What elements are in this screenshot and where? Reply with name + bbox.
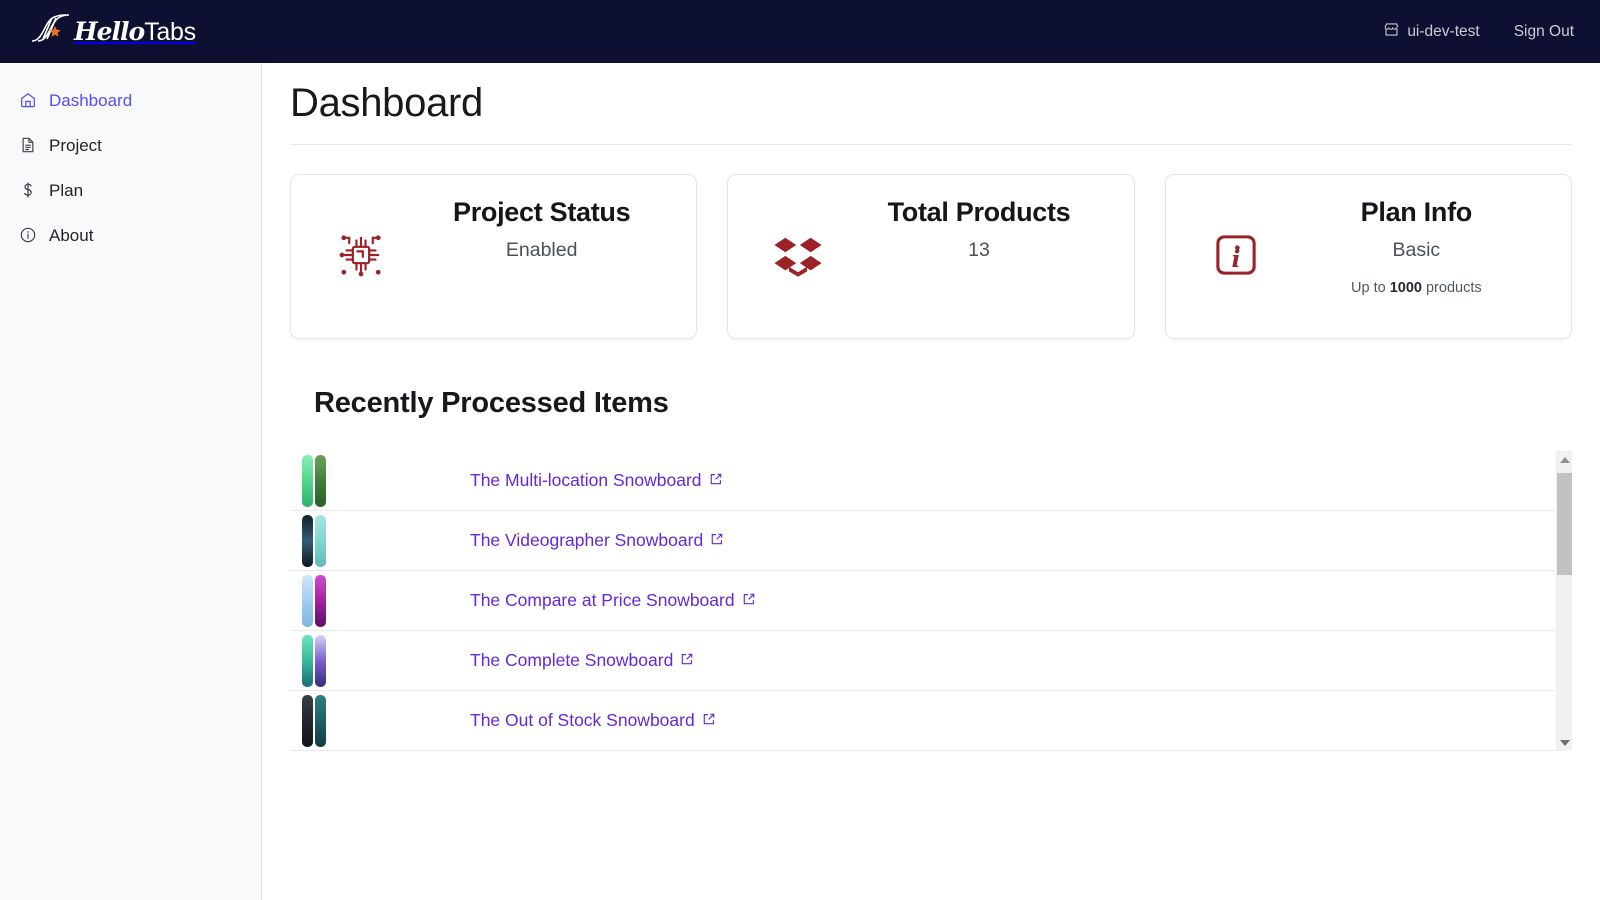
scrollbar-thumb[interactable]	[1557, 473, 1572, 575]
svg-text:i: i	[1231, 245, 1240, 273]
list-item-link[interactable]: The Multi-location Snowboard	[470, 470, 723, 491]
external-link-icon	[742, 590, 756, 611]
scroll-up-arrow-icon[interactable]	[1556, 451, 1573, 468]
list-item-link[interactable]: The Complete Snowboard	[470, 650, 694, 671]
logo-hello-text: Hello	[74, 17, 144, 46]
list-item-label: The Complete Snowboard	[470, 650, 673, 671]
external-link-icon	[702, 710, 716, 731]
brand-logo[interactable]: HelloTabs	[0, 0, 262, 63]
external-link-icon	[680, 650, 694, 671]
sidebar-item-about-label: About	[49, 227, 93, 244]
list-item[interactable]: The Multi-location Snowboard	[290, 451, 1555, 511]
list-item-label: The Videographer Snowboard	[470, 530, 703, 551]
sidebar-item-dashboard[interactable]: Dashboard	[0, 85, 261, 115]
card-subtext-prefix: Up to	[1351, 280, 1390, 296]
list-item[interactable]: The Out of Stock Snowboard	[290, 691, 1555, 751]
dollar-sign-icon	[18, 181, 37, 200]
summary-cards: Project Status Enabled Total Products 13	[262, 145, 1600, 339]
card-subtext: Up to 1000 products	[1290, 280, 1543, 296]
sidebar: Dashboard Project Plan	[0, 63, 262, 900]
list-item-link[interactable]: The Videographer Snowboard	[470, 530, 724, 551]
logo-tabs-text: Tabs	[144, 18, 196, 47]
swoosh-star-logo-icon	[28, 12, 72, 51]
sidebar-item-project[interactable]: Project	[0, 130, 261, 160]
card-project-status[interactable]: Project Status Enabled	[290, 174, 697, 339]
recently-processed-heading: Recently Processed Items	[314, 387, 1572, 420]
list-item[interactable]: The Compare at Price Snowboard	[290, 571, 1555, 631]
list-item-label: The Compare at Price Snowboard	[470, 590, 735, 611]
snowboard-thumbnail	[290, 515, 470, 567]
snowboard-thumbnail	[290, 575, 470, 627]
sidebar-item-plan-label: Plan	[49, 182, 83, 199]
top-bar: HelloTabs ui-dev-test Sign Out	[0, 0, 1600, 63]
external-link-icon	[709, 470, 723, 491]
storefront-icon	[1383, 21, 1400, 43]
recently-processed-list: The Multi-location Snowboard	[290, 451, 1555, 751]
document-icon	[18, 136, 37, 155]
list-scrollbar[interactable]	[1555, 451, 1572, 751]
home-icon	[18, 91, 37, 110]
scroll-down-arrow-icon[interactable]	[1556, 734, 1573, 751]
card-title: Project Status	[415, 196, 668, 228]
external-link-icon	[710, 530, 724, 551]
card-value: Enabled	[415, 239, 668, 262]
snowboard-thumbnail	[290, 455, 470, 507]
recently-processed-section: Recently Processed Items The Multi-locat…	[262, 339, 1600, 751]
sign-out-button[interactable]: Sign Out	[1514, 23, 1574, 41]
list-item[interactable]: The Videographer Snowboard	[290, 511, 1555, 571]
shop-name-link[interactable]: ui-dev-test	[1383, 21, 1479, 43]
sidebar-item-dashboard-label: Dashboard	[49, 92, 132, 109]
card-title: Plan Info	[1290, 196, 1543, 228]
card-title: Total Products	[852, 196, 1105, 228]
list-item-label: The Out of Stock Snowboard	[470, 710, 695, 731]
card-plan-info[interactable]: i Plan Info Basic Up to 1000 products	[1165, 174, 1572, 339]
page-title: Dashboard	[262, 63, 1600, 126]
card-subtext-suffix: products	[1422, 280, 1482, 296]
snowboard-thumbnail	[290, 635, 470, 687]
sidebar-item-about[interactable]: About	[0, 220, 261, 250]
sidebar-item-project-label: Project	[49, 137, 102, 154]
list-item-label: The Multi-location Snowboard	[470, 470, 702, 491]
card-value: Basic	[1290, 239, 1543, 262]
info-circle-icon	[18, 226, 37, 245]
shop-name-label: ui-dev-test	[1407, 23, 1479, 41]
top-bar-right: ui-dev-test Sign Out	[1383, 21, 1600, 43]
recently-processed-list-container: The Multi-location Snowboard	[290, 451, 1572, 751]
list-item[interactable]: The Complete Snowboard	[290, 631, 1555, 691]
list-item-link[interactable]: The Compare at Price Snowboard	[470, 590, 756, 611]
info-square-icon: i	[1182, 196, 1290, 284]
card-subtext-limit: 1000	[1390, 280, 1422, 296]
sidebar-item-plan[interactable]: Plan	[0, 175, 261, 205]
dropbox-box-icon	[744, 196, 852, 284]
snowboard-thumbnail	[290, 695, 470, 747]
card-total-products[interactable]: Total Products 13	[727, 174, 1134, 339]
list-item-link[interactable]: The Out of Stock Snowboard	[470, 710, 716, 731]
main-content: Dashboard	[262, 63, 1600, 900]
card-value: 13	[852, 239, 1105, 262]
circuit-chip-icon	[307, 196, 415, 284]
